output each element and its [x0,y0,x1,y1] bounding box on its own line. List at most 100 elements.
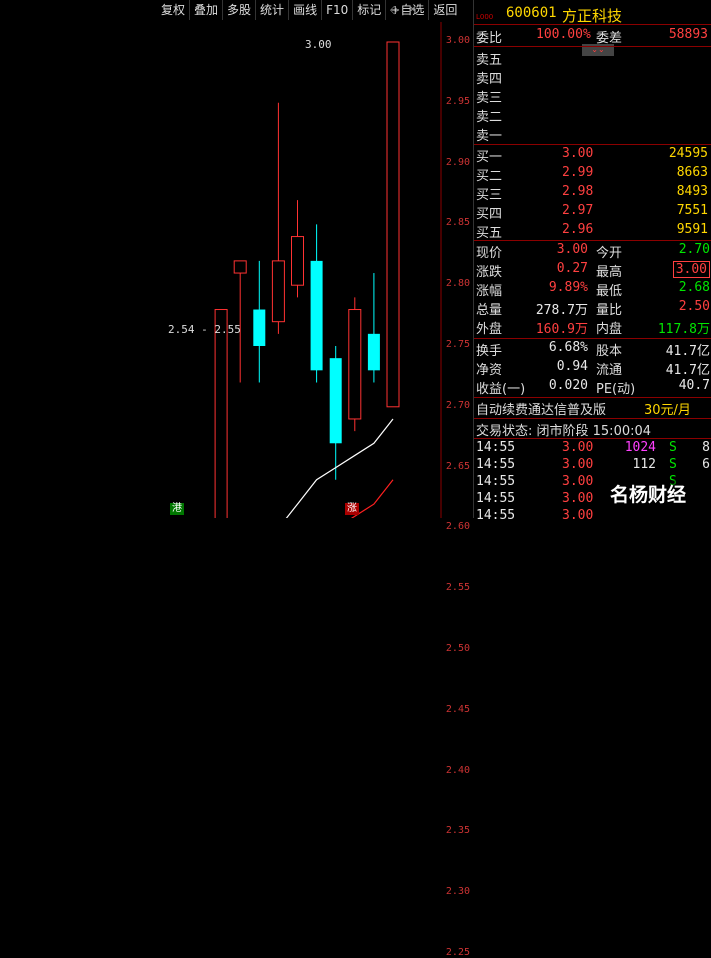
sell-row: 卖五 [474,49,711,68]
stat-value: 9.89% [548,280,588,295]
buy-price: 3.00 [562,146,594,161]
sell-row: 卖二 [474,106,711,125]
tick-price: 3.00 [562,491,594,506]
stat-label: 量比 [596,303,623,318]
stat-label: 内盘 [596,322,623,337]
toolbar-button-4[interactable]: 画线 [288,0,321,20]
tick-count: 8 [702,440,710,455]
promo-price[interactable]: 30元/月 [644,399,691,418]
buy-volume: 8493 [676,184,708,199]
weibi-label: 委比 [476,31,503,46]
divider [474,418,711,419]
price-tick: 2.55 [445,582,470,594]
price-tick: 2.90 [445,156,470,168]
stat-label: 最高 [596,265,623,280]
fundamental-value: 41.7亿 [665,363,710,378]
diamond-icon[interactable]: ◇ [390,3,398,16]
buy-row: 买三 2.98 8493 [474,184,711,203]
price-tick: 2.70 [445,399,470,411]
toolbar-button-6[interactable]: 标记 [352,0,385,20]
buy-label: 买一 [476,150,503,165]
price-tick: 2.85 [445,217,470,229]
stat-label: 最低 [596,284,623,299]
fundamental-row: 净资 0.94 流通 41.7亿 [474,359,711,378]
title-prefix: L000 [476,13,494,21]
tick-time: 14:55 [476,508,516,523]
candle-body-up [271,260,285,323]
price-tick: 2.35 [445,825,470,837]
fundamental-label: 流通 [596,363,623,378]
high-annotation: 3.00 [305,38,332,51]
candle-body-down [310,260,323,371]
tick-time: 14:55 [476,457,516,472]
fundamental-label: 收益(一) [476,382,526,397]
divider [474,338,711,339]
candle-body-up [291,236,304,286]
promo-row[interactable]: 自动续费通达信普及版 30元/月 [474,399,711,418]
sell-label: 卖三 [476,91,503,106]
candle-body-up [214,309,228,518]
ma-red-line [350,479,394,518]
watermark-text: 名杨财经 [608,480,689,507]
toolbar-button-0[interactable]: 复权 [157,0,189,20]
buy-row: 买一 3.00 24595 [474,146,711,165]
buy-label: 买三 [476,188,503,203]
sell-label: 卖一 [476,129,503,144]
toolbar-button-5[interactable]: F10 [321,0,352,20]
stat-value: 3.00 [672,261,710,278]
candle-body-down [253,309,266,346]
stat-value: 0.27 [556,261,588,276]
toolbar-button-8[interactable]: 返回 [428,0,461,20]
stat-value: 2.50 [678,299,710,314]
fundamental-value: 0.020 [548,378,588,393]
tick-flag: S [669,457,677,472]
toolbar-button-1[interactable]: 叠加 [189,0,222,20]
stat-value: 2.70 [678,242,710,257]
weibi-value: 100.00% [536,27,591,42]
promo-text[interactable]: 自动续费通达信普及版 [476,399,606,418]
close-icon[interactable]: ✕ [408,3,417,16]
tick-count: 6 [702,457,710,472]
price-tick: 2.25 [445,947,470,958]
weicha-value: 58893 [668,27,708,42]
sell-label: 卖二 [476,110,503,125]
stock-name: 方正科技 [562,7,623,25]
sell-row: 卖三 [474,87,711,106]
stock-title: L000 600601 方正科技 [474,2,711,25]
hk-connect-tag: 港 [170,503,184,515]
price-tick: 2.95 [445,95,470,107]
candle-body-up [348,309,362,420]
price-tick: 2.75 [445,339,470,350]
trade-status-row: 交易状态: 闭市阶段 15:00:04 [474,420,711,439]
sell-row: 卖一 [474,125,711,144]
divider [474,24,711,25]
limit-up-tag: 涨 [345,503,359,515]
toolbar-button-3[interactable]: 统计 [255,0,288,20]
divider [474,397,711,398]
toolbar-button-2[interactable]: 多股 [222,0,255,20]
stat-value: 278.7万 [535,303,588,318]
candle-body-up [386,41,400,408]
tick-volume: 112 [632,457,656,472]
buy-price: 2.96 [562,222,594,237]
candlestick-chart[interactable] [0,22,470,518]
stat-value: 160.9万 [535,322,588,337]
buy-label: 买二 [476,169,503,184]
stat-value: 3.00 [556,242,588,257]
buy-price: 2.99 [562,165,594,180]
divider [474,240,711,241]
stat-label: 总量 [476,303,503,318]
fundamental-value: 6.68% [548,340,588,355]
fundamental-label: PE(动) [596,382,636,397]
candle-body-down [367,333,380,371]
tick-price: 3.00 [562,474,594,489]
price-tick: 2.50 [445,643,470,654]
quote-panel: L000 600601 方正科技 委比 100.00% 委差 58893 ⌄⌄ … [473,0,711,523]
price-tick: 3.00 [445,35,470,46]
stat-row: 现价 3.00 今开 2.70 [474,242,711,261]
fundamental-label: 净资 [476,363,503,378]
buy-volume: 7551 [676,203,708,218]
price-tick: 2.65 [445,460,470,472]
fundamental-label: 换手 [476,344,503,359]
fundamental-label: 股本 [596,344,623,359]
